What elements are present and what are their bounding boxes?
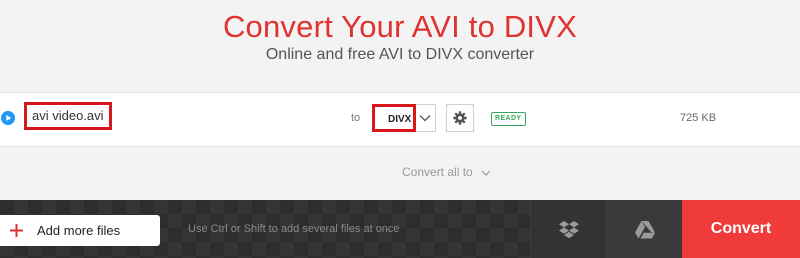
plus-icon	[10, 224, 23, 237]
google-drive-icon	[635, 221, 655, 239]
add-more-files-label: Add more files	[37, 223, 121, 238]
dropbox-icon	[559, 221, 579, 239]
convert-all-label: Convert all to	[402, 165, 473, 179]
multi-select-hint: Use Ctrl or Shift to add several files a…	[188, 223, 400, 235]
dropbox-button[interactable]	[530, 200, 607, 258]
page-header: Convert Your AVI to DIVX Online and free…	[0, 0, 800, 90]
convert-button[interactable]: Convert	[682, 200, 800, 258]
convert-all-dropdown[interactable]: Convert all to	[402, 165, 491, 179]
page-title: Convert Your AVI to DIVX	[222, 9, 578, 44]
status-badge: READY	[491, 112, 526, 126]
play-circle-icon[interactable]	[1, 111, 15, 125]
add-more-files-button[interactable]: Add more files	[0, 215, 160, 246]
file-name: avi video.avi	[32, 108, 104, 123]
page-subtitle: Online and free AVI to DIVX converter	[265, 46, 535, 63]
format-highlight: DIVX	[372, 104, 416, 132]
file-size: 725 KB	[680, 112, 717, 124]
settings-button[interactable]	[446, 104, 474, 132]
to-label: to	[351, 112, 361, 124]
file-row: avi video.avi to DIVX READY 725 KB	[0, 92, 800, 147]
file-name-highlight: avi video.avi	[24, 102, 112, 130]
output-format-value: DIVX	[388, 114, 412, 125]
output-format-select[interactable]: DIVX	[372, 104, 436, 132]
google-drive-button[interactable]	[606, 200, 683, 258]
gear-icon	[453, 111, 467, 125]
chevron-down-icon	[481, 170, 491, 176]
bottom-toolbar: Add more files Use Ctrl or Shift to add …	[0, 200, 800, 258]
chevron-down-icon	[419, 115, 431, 122]
